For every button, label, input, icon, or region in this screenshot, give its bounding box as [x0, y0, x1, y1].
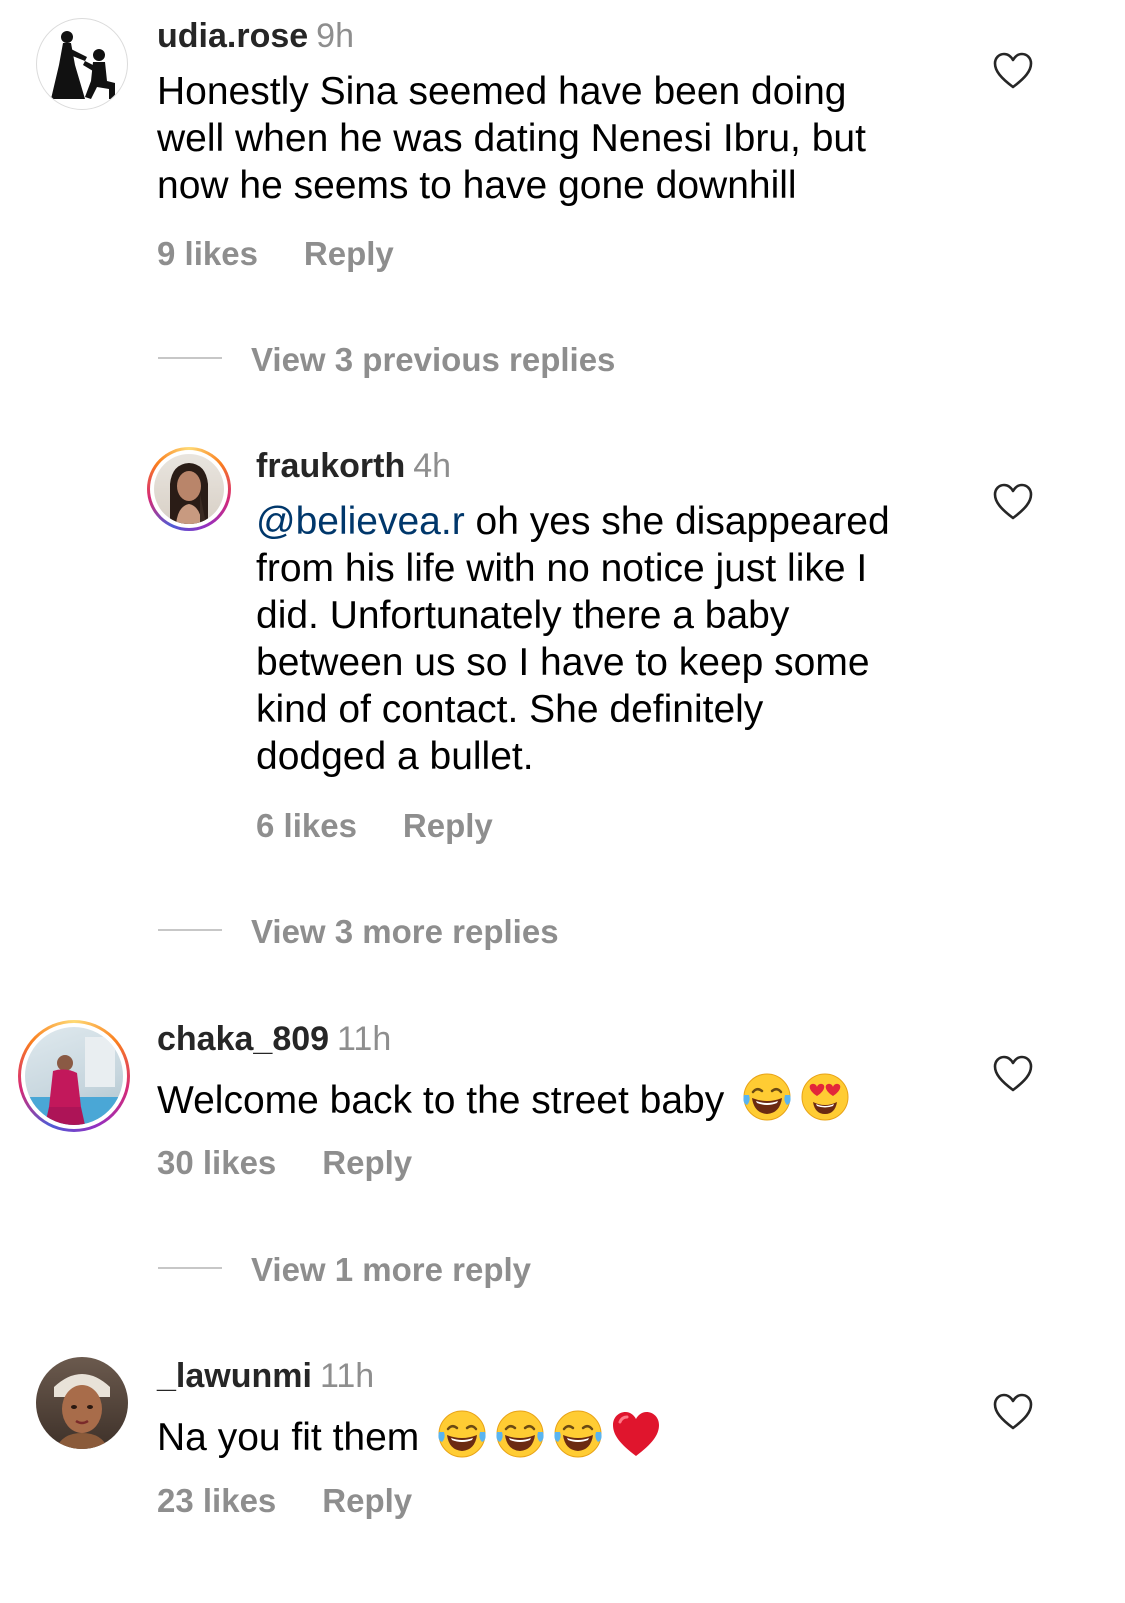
timestamp: 4h	[413, 447, 452, 485]
timestamp: 11h	[319, 1357, 375, 1395]
view-previous-replies-button[interactable]: View 3 previous replies	[158, 340, 615, 380]
comment-header: _lawunmi 11h	[157, 1356, 374, 1396]
reply-button[interactable]: Reply	[304, 235, 394, 272]
username[interactable]: _lawunmi	[157, 1357, 312, 1395]
story-ring[interactable]	[147, 447, 231, 531]
view-more-replies-button[interactable]: View 3 more replies	[158, 912, 559, 952]
tears-of-joy-icon	[741, 1071, 793, 1123]
heart-outline-icon[interactable]	[993, 52, 1033, 90]
username[interactable]: fraukorth	[256, 447, 405, 485]
avatar-photo	[54, 1374, 110, 1449]
comment-header: fraukorth 4h	[256, 446, 451, 486]
comment-actions: 23 likes Reply	[157, 1481, 412, 1521]
likes-count[interactable]: 30 likes	[157, 1144, 276, 1181]
avatar[interactable]	[36, 1357, 128, 1449]
avatar[interactable]	[36, 18, 128, 110]
likes-count[interactable]: 23 likes	[157, 1482, 276, 1519]
likes-count[interactable]: 9 likes	[157, 235, 258, 272]
comment-text: Welcome back to the street baby	[157, 1071, 957, 1124]
username[interactable]: udia.rose	[157, 17, 308, 55]
timestamp: 9h	[316, 17, 354, 55]
heart-eyes-icon	[799, 1071, 851, 1123]
divider-line	[158, 929, 222, 932]
mention-link[interactable]: @believea.r	[256, 500, 465, 543]
comment-text: Na you fit them	[157, 1408, 957, 1461]
tears-of-joy-icon	[436, 1408, 488, 1460]
heart-outline-icon[interactable]	[993, 1393, 1033, 1431]
avatar-photo	[25, 1037, 123, 1125]
comment-text: Honestly Sina seemed have been doing wel…	[157, 70, 866, 207]
tears-of-joy-icon	[552, 1408, 604, 1460]
silhouette-proposal-icon	[51, 31, 115, 99]
divider-line	[158, 357, 222, 360]
likes-count[interactable]: 6 likes	[256, 807, 357, 844]
avatar[interactable]	[154, 454, 224, 524]
heart-outline-icon[interactable]	[993, 483, 1033, 521]
reply-button[interactable]: Reply	[322, 1144, 412, 1181]
comment-text: @believea.r oh yes she disappeared from …	[256, 500, 890, 778]
username[interactable]: chaka_809	[157, 1020, 329, 1058]
story-ring[interactable]	[18, 1020, 130, 1132]
divider-line	[158, 1267, 222, 1270]
comment-header: udia.rose 9h	[157, 16, 354, 56]
avatar[interactable]	[25, 1027, 123, 1125]
view-more-replies-button[interactable]: View 1 more reply	[158, 1250, 531, 1290]
comment-header: chaka_809 11h	[157, 1019, 391, 1059]
tears-of-joy-icon	[494, 1408, 546, 1460]
timestamp: 11h	[337, 1020, 392, 1058]
comment-actions: 30 likes Reply	[157, 1143, 412, 1183]
reply-button[interactable]: Reply	[322, 1482, 412, 1519]
comment-actions: 9 likes Reply	[157, 234, 394, 274]
comment-actions: 6 likes Reply	[256, 806, 493, 846]
reply-button[interactable]: Reply	[403, 807, 493, 844]
avatar-photo	[170, 463, 208, 524]
red-heart-icon	[610, 1408, 662, 1460]
heart-outline-icon[interactable]	[993, 1055, 1033, 1093]
